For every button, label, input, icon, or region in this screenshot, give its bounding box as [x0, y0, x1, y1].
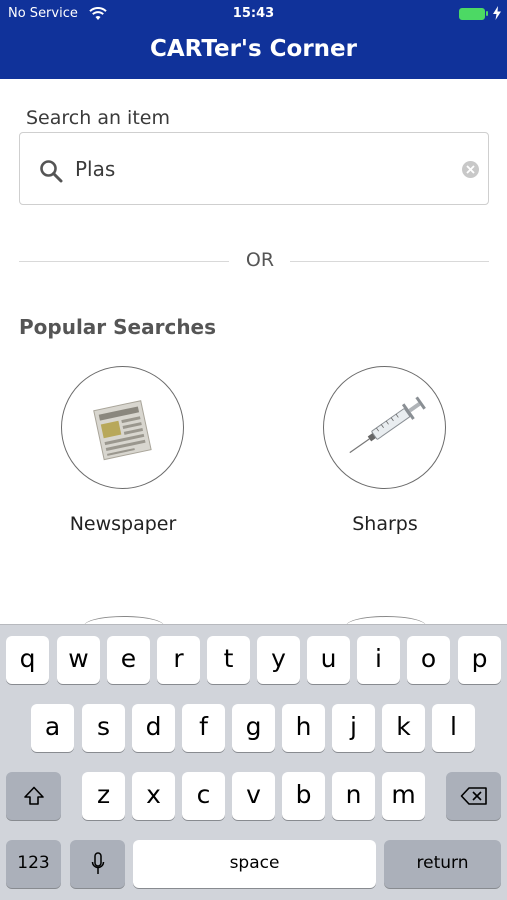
popular-item-sharps[interactable]: Sharps	[265, 365, 505, 555]
key-i[interactable]: i	[357, 636, 400, 684]
key-x[interactable]: x	[132, 772, 175, 820]
popular-searches-title: Popular Searches	[19, 315, 217, 339]
app-header: No Service 15:43 CARTer's Corner	[0, 0, 507, 79]
key-g[interactable]: g	[232, 704, 275, 752]
newspaper-image	[61, 366, 184, 489]
key-m[interactable]: m	[382, 772, 425, 820]
close-icon	[466, 165, 475, 174]
key-t[interactable]: t	[207, 636, 250, 684]
key-w[interactable]: w	[57, 636, 100, 684]
key-l[interactable]: l	[432, 704, 475, 752]
key-o[interactable]: o	[407, 636, 450, 684]
key-f[interactable]: f	[182, 704, 225, 752]
shift-key[interactable]	[6, 772, 61, 820]
dictation-key[interactable]	[70, 840, 125, 888]
key-c[interactable]: c	[182, 772, 225, 820]
page-title: CARTer's Corner	[149, 36, 357, 62]
divider-line-right	[290, 261, 489, 262]
key-j[interactable]: j	[332, 704, 375, 752]
key-s[interactable]: s	[82, 704, 125, 752]
popular-item-label: Sharps	[352, 513, 418, 535]
key-v[interactable]: v	[232, 772, 275, 820]
divider-line-left	[19, 261, 229, 262]
battery-tip	[486, 11, 488, 16]
key-e[interactable]: e	[107, 636, 150, 684]
clock: 15:43	[232, 6, 275, 21]
shift-icon	[23, 786, 44, 805]
backspace-icon	[460, 787, 487, 805]
microphone-icon	[91, 852, 104, 874]
clear-search-button[interactable]	[462, 161, 479, 178]
key-a[interactable]: a	[31, 704, 74, 752]
search-value: Plas	[75, 157, 116, 181]
key-n[interactable]: n	[332, 772, 375, 820]
key-u[interactable]: u	[307, 636, 350, 684]
key-q[interactable]: q	[6, 636, 49, 684]
status-bar: No Service 15:43	[0, 0, 507, 28]
key-k[interactable]: k	[382, 704, 425, 752]
key-h[interactable]: h	[282, 704, 325, 752]
key-b[interactable]: b	[282, 772, 325, 820]
search-input[interactable]: Plas	[19, 132, 489, 205]
battery-icon	[459, 8, 485, 20]
popular-item-newspaper[interactable]: Newspaper	[3, 365, 243, 555]
key-r[interactable]: r	[157, 636, 200, 684]
key-p[interactable]: p	[458, 636, 501, 684]
return-key[interactable]: return	[384, 840, 501, 888]
on-screen-keyboard: q w e r t y u i o p a s d f g h j k l z …	[0, 624, 507, 900]
search-icon	[40, 160, 63, 183]
key-y[interactable]: y	[257, 636, 300, 684]
key-z[interactable]: z	[82, 772, 125, 820]
numbers-key[interactable]: 123	[6, 840, 61, 888]
popular-item-label: Newspaper	[69, 513, 177, 535]
or-divider-text: OR	[245, 249, 275, 271]
backspace-key[interactable]	[446, 772, 501, 820]
key-d[interactable]: d	[132, 704, 175, 752]
syringe-image	[323, 366, 446, 489]
search-label: Search an item	[26, 107, 170, 129]
charging-bolt-icon	[493, 6, 501, 20]
space-key[interactable]: space	[133, 840, 376, 888]
